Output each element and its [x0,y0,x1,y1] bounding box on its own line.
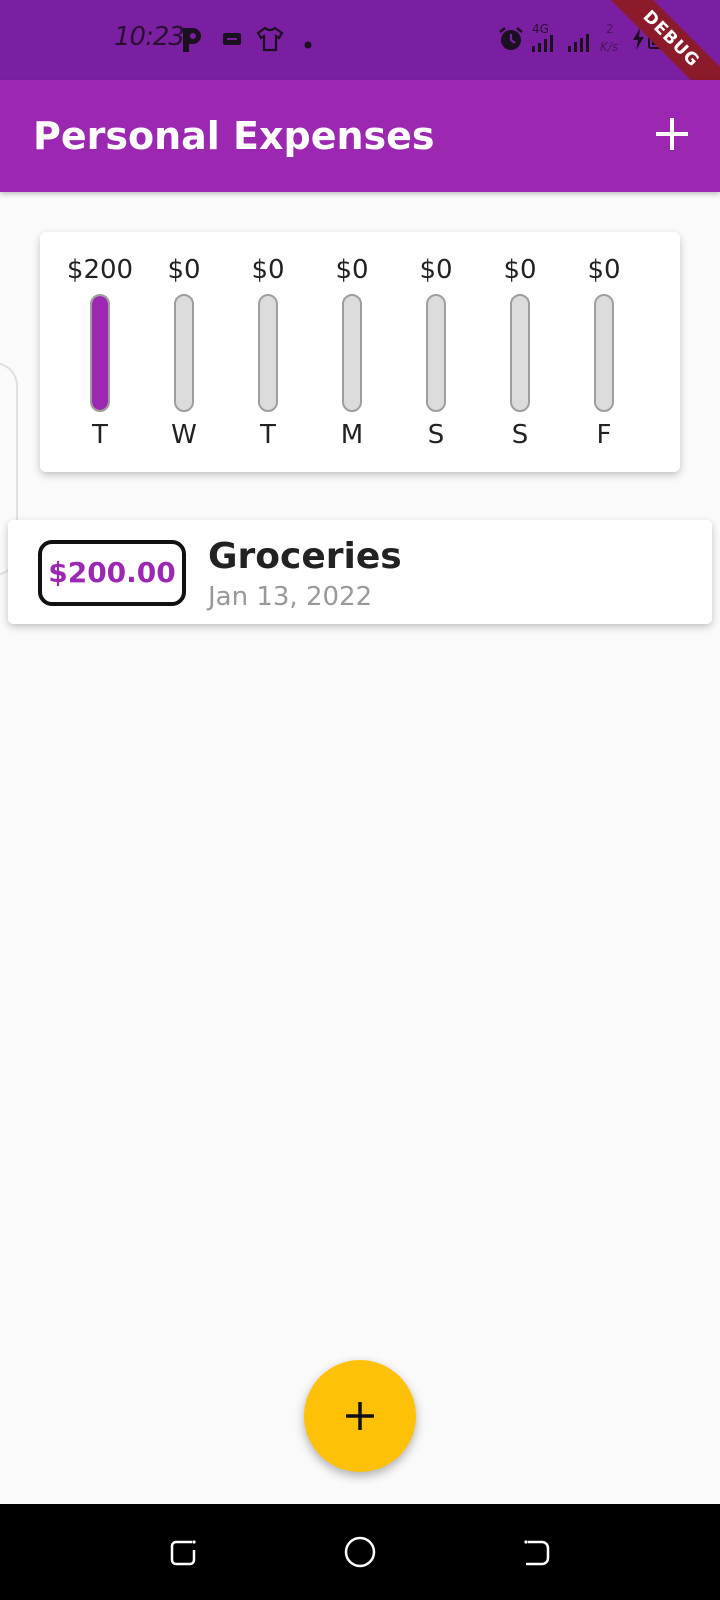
transaction-date: Jan 13, 2022 [208,582,373,612]
status-time: 10:23 [114,22,185,52]
signal-icon [530,34,558,57]
back-icon [524,1540,550,1566]
status-bar: 10:23 4G 2 K/s DEBUG [0,0,720,110]
chart-bar-day: T [92,420,108,450]
recents-button[interactable] [166,1534,202,1570]
chart-bar-track [426,294,446,412]
chart-bar-column: $0 S [396,250,476,460]
chart-bar-amount: $0 [167,255,201,285]
shirt-icon [256,26,284,57]
chart-bar-track [174,294,194,412]
chart-bar-track [510,294,530,412]
home-button[interactable] [342,1534,378,1570]
chart-bar-amount: $0 [251,255,285,285]
plus-icon [656,118,688,150]
back-button[interactable] [518,1534,554,1570]
chart-bar-amount: $0 [503,255,537,285]
chart-bar-track [342,294,362,412]
home-icon [344,1536,376,1568]
recents-icon [170,1540,196,1566]
speed-value: 2 [606,22,614,36]
chart-bar-amount: $0 [335,255,369,285]
chart-bar-amount: $0 [419,255,453,285]
chart-bar-column: $0 S [480,250,560,460]
speed-unit: K/s [600,40,619,54]
chart-bar-amount: $0 [587,255,621,285]
chart-bar-column: $0 M [312,250,392,460]
chart-bar-amount: $200 [66,255,134,285]
list-item: $200.00 Groceries Jan 13, 2022 [8,520,712,624]
weekly-chart: $200 T $0 W $0 T $0 M $0 S $0 S $0 F [40,232,680,472]
chart-bar-day: S [427,420,445,450]
chart-bar-day: F [596,420,612,450]
chart-bar-day: W [171,420,197,450]
message-icon [222,32,242,53]
add-transaction-fab[interactable] [304,1360,416,1472]
chart-bar-day: S [511,420,529,450]
add-expense-button[interactable] [650,112,694,156]
chart-bar-track [258,294,278,412]
transaction-amount: $200.00 [38,540,186,606]
chart-bar-column: $0 W [144,250,224,460]
page-title: Personal Expenses [33,114,435,158]
chart-bar-fill [92,296,108,410]
app-bar: Personal Expenses [0,80,720,192]
chart-bar-column: $0 F [564,250,644,460]
chart-bar-day: T [260,420,276,450]
system-nav-bar [0,1504,720,1600]
chart-bar-day: M [340,420,364,450]
signal-icon [566,32,594,57]
chart-bar-track [594,294,614,412]
chart-bar-track [90,294,110,412]
plus-icon [346,1402,374,1430]
transaction-title: Groceries [208,536,402,577]
chart-bar-column: $200 T [60,250,140,460]
pocket-icon [180,26,204,59]
chart-bar-column: $0 T [228,250,308,460]
dot-icon [304,36,312,54]
alarm-icon [498,26,524,57]
